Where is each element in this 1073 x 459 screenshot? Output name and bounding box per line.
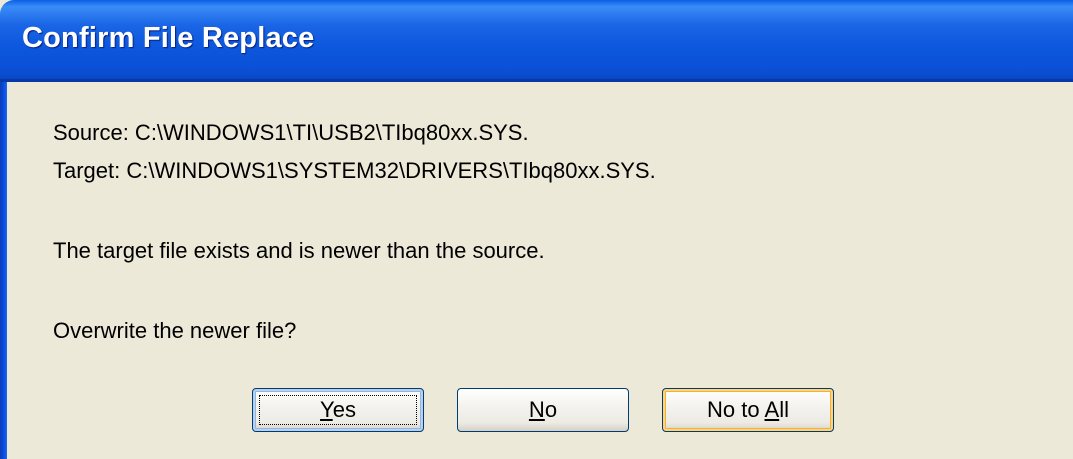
no-to-all-button-label: No to All	[707, 397, 789, 423]
no-label-rest: o	[544, 397, 558, 422]
no-button[interactable]: No	[457, 388, 629, 432]
confirm-file-replace-dialog: Confirm File Replace Source: C:\WINDOWS1…	[0, 0, 1073, 459]
no-to-all-mnemonic: A	[764, 397, 780, 422]
yes-mnemonic: Y	[320, 397, 333, 422]
yes-label-rest: es	[332, 397, 356, 422]
no-to-all-button[interactable]: No to All	[662, 388, 834, 432]
no-mnemonic: N	[528, 397, 545, 422]
status-message: The target file exists and is newer than…	[53, 238, 545, 263]
yes-button[interactable]: Yes	[252, 388, 424, 432]
no-to-all-prefix: No to	[707, 397, 765, 422]
no-to-all-label-rest: ll	[779, 397, 789, 422]
source-path-text: Source: C:\WINDOWS1\TI\USB2\TIbq80xx.SYS…	[53, 120, 529, 145]
dialog-title: Confirm File Replace	[22, 22, 315, 54]
target-path-text: Target: C:\WINDOWS1\SYSTEM32\DRIVERS\TIb…	[53, 158, 656, 183]
title-bar[interactable]: Confirm File Replace	[0, 0, 1073, 82]
window-left-border	[0, 82, 7, 459]
yes-button-label: Yes	[320, 397, 356, 423]
overwrite-question: Overwrite the newer file?	[53, 318, 297, 343]
no-button-label: No	[529, 397, 557, 423]
dialog-content: Source: C:\WINDOWS1\TI\USB2\TIbq80xx.SYS…	[7, 82, 1073, 459]
